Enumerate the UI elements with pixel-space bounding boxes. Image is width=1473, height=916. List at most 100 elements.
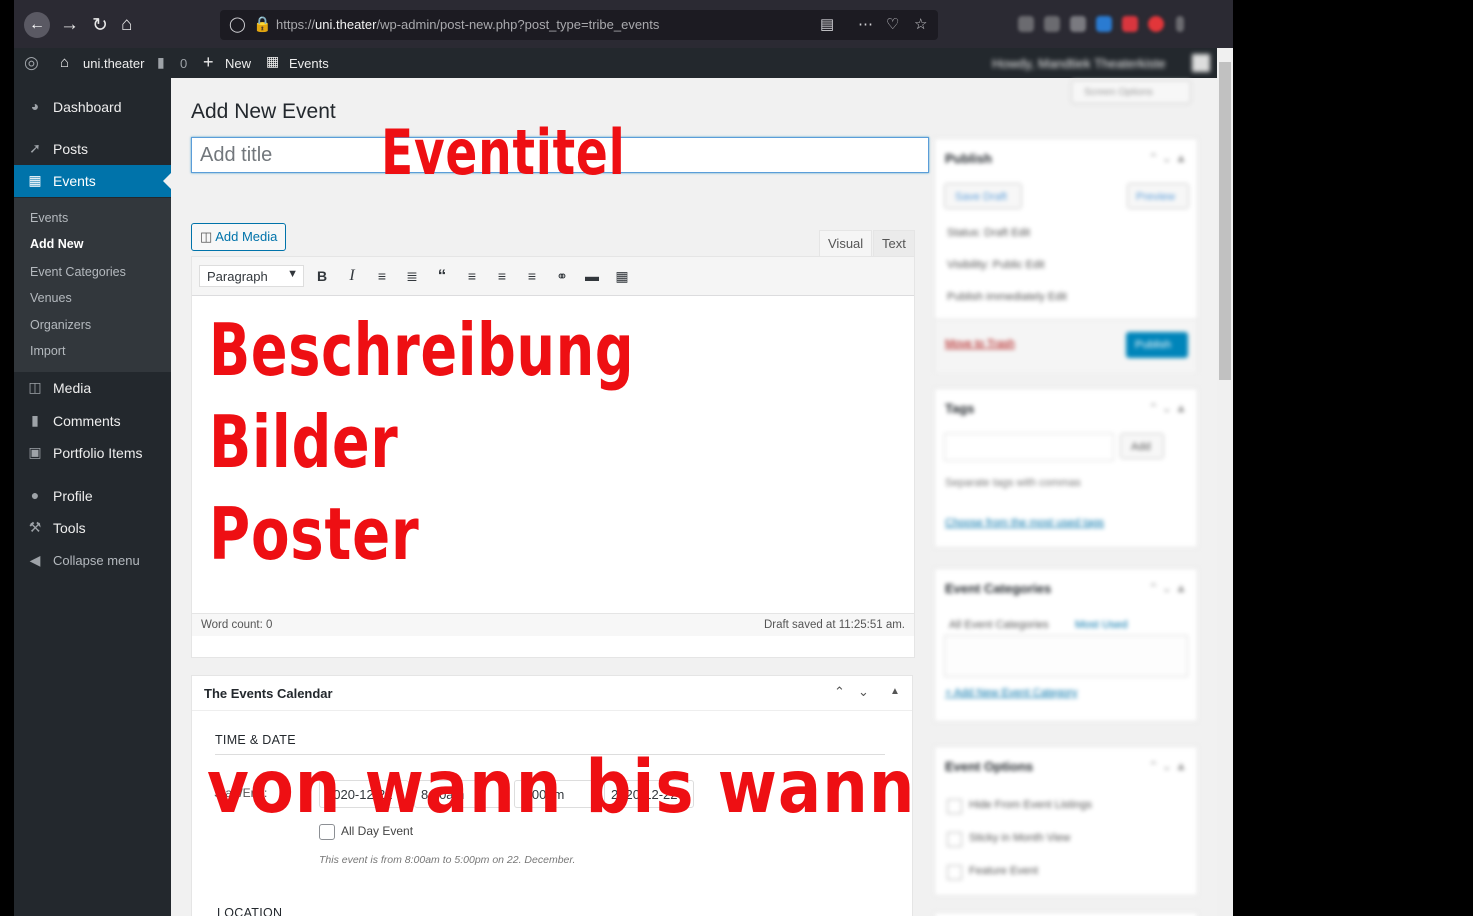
event-summary-text: This event is from 8:00am to 5:00pm on 2… [319, 854, 576, 866]
add-tag-button[interactable]: Add [1120, 433, 1164, 459]
extension-icon[interactable] [1122, 16, 1138, 32]
calendar-icon[interactable]: ▦ [266, 53, 279, 70]
sidebar-item-posts[interactable]: ➚ Posts [14, 133, 171, 165]
link-icon[interactable]: ⚭ [551, 265, 573, 287]
tags-input[interactable] [944, 433, 1114, 461]
sidebar-item-portfolio[interactable]: ▣ Portfolio Items [14, 437, 171, 469]
bullet-list-icon[interactable]: ≡ [371, 265, 393, 287]
wordpress-logo-icon[interactable]: ◎ [24, 53, 39, 73]
metabox-header: The Events Calendar ⌃ ⌄ ▲ [192, 676, 912, 711]
sidebar-item-tools[interactable]: ⚒ Tools [14, 512, 171, 544]
numbered-list-icon[interactable]: ≣ [401, 265, 423, 287]
avatar[interactable] [1192, 54, 1210, 72]
read-more-icon[interactable]: ▬ [581, 265, 603, 287]
forward-icon[interactable]: → [60, 14, 79, 36]
sidebar-item-media[interactable]: ◫ Media [14, 372, 171, 404]
extension-icon[interactable] [1148, 16, 1164, 32]
categories-title: Event Categories [945, 581, 1052, 596]
draft-saved-status: Draft saved at 11:25:51 am. [763, 619, 905, 631]
current-indicator [163, 173, 171, 189]
post-visibility: Visibility: Public Edit [947, 259, 1045, 271]
checkbox[interactable] [947, 799, 962, 814]
submenu-venues[interactable]: Venues [30, 291, 72, 305]
tags-box: Tags ⌃ ⌄ ▲ Add Separate tags with commas… [934, 388, 1198, 548]
annotation-poster: Poster [209, 492, 420, 576]
align-left-icon[interactable]: ≡ [461, 265, 483, 287]
move-to-trash-link[interactable]: Move to Trash [945, 338, 1015, 350]
submenu-import[interactable]: Import [30, 344, 65, 358]
sidebar-item-label: Comments [53, 413, 121, 429]
tab-most-used[interactable]: Most Used [1075, 619, 1128, 631]
extension-icon[interactable] [1044, 16, 1060, 32]
tab-text[interactable]: Text [873, 230, 915, 257]
pocket-icon[interactable]: ♡ [886, 15, 899, 33]
toggle-panel-icon[interactable]: ▲ [890, 686, 900, 697]
extension-icon[interactable] [1018, 16, 1034, 32]
address-bar[interactable]: ◯ 🔒 https://uni.theater/wp-admin/post-ne… [220, 10, 938, 40]
box-controls[interactable]: ⌃ ⌄ ▲ [1148, 581, 1187, 595]
plus-icon[interactable]: + [203, 52, 214, 73]
preview-button[interactable]: Preview [1127, 183, 1189, 209]
wrench-icon: ⚒ [28, 519, 42, 535]
browser-window: ← → ↻ ⌂ ◯ 🔒 https://uni.theater/wp-admin… [14, 0, 1233, 916]
screen-options-button[interactable]: Screen Options [1071, 80, 1191, 104]
back-icon[interactable]: ← [24, 12, 50, 38]
sidebar-item-comments[interactable]: ▮ Comments [14, 405, 171, 437]
tab-all-categories[interactable]: All Event Categories [949, 619, 1049, 631]
comment-icon[interactable]: ▮ [157, 54, 165, 71]
tab-visual[interactable]: Visual [819, 230, 873, 257]
options-title: Event Options [945, 759, 1034, 774]
reload-icon[interactable]: ↻ [92, 14, 108, 37]
submenu-organizers[interactable]: Organizers [30, 318, 91, 332]
site-name-link[interactable]: uni.theater [83, 56, 144, 71]
new-link[interactable]: New [225, 56, 251, 71]
sidebar-item-profile[interactable]: ● Profile [14, 480, 171, 512]
checkbox[interactable] [947, 832, 962, 847]
annotation-images: Bilder [209, 400, 399, 484]
media-icon: ◫ [200, 229, 213, 244]
sidebar-item-label: Dashboard [53, 99, 122, 115]
home-icon[interactable]: ⌂ [121, 14, 132, 36]
format-select[interactable]: Paragraph ▼ [199, 265, 304, 287]
categories-list[interactable] [944, 635, 1188, 677]
submenu-events[interactable]: Events [30, 211, 68, 225]
annotation-title: Eventitel [381, 116, 626, 189]
submenu-add-new[interactable]: Add New [30, 237, 83, 251]
add-category-link[interactable]: + Add New Event Category [945, 687, 1077, 699]
more-actions-icon[interactable]: ⋯ [858, 15, 873, 33]
move-up-icon[interactable]: ⌃ [834, 684, 845, 700]
box-controls[interactable]: ⌃ ⌄ ▲ [1148, 151, 1187, 165]
align-center-icon[interactable]: ≡ [491, 265, 513, 287]
sidebar-item-dashboard[interactable]: ◕ Dashboard [14, 91, 171, 123]
publish-button[interactable]: Publish [1126, 332, 1188, 358]
shield-icon[interactable]: ◯ [229, 15, 246, 33]
reader-view-icon[interactable]: ▤ [820, 15, 834, 33]
page-scrollbar[interactable] [1217, 48, 1233, 916]
save-draft-button[interactable]: Save Draft [944, 183, 1022, 209]
howdy-user[interactable]: Howdy, Mandtiek Theaterkiste [992, 56, 1166, 71]
extension-icon[interactable] [1096, 16, 1112, 32]
blockquote-icon[interactable]: “ [431, 265, 453, 287]
move-down-icon[interactable]: ⌄ [858, 684, 869, 700]
sidebar-item-events[interactable]: ▦ Events [14, 165, 171, 197]
comments-count[interactable]: 0 [180, 56, 187, 71]
extension-icon[interactable] [1070, 16, 1086, 32]
collapse-menu-button[interactable]: ◀ Collapse menu [14, 545, 171, 577]
menu-icon[interactable] [1176, 16, 1184, 32]
editor-toolbar: Paragraph ▼ B I ≡ ≣ “ ≡ ≡ ≡ ⚭ ▬ ▦ [192, 257, 914, 296]
submenu-event-categories[interactable]: Event Categories [30, 265, 126, 279]
choose-tags-link[interactable]: Choose from the most used tags [945, 517, 1104, 529]
align-right-icon[interactable]: ≡ [521, 265, 543, 287]
box-controls[interactable]: ⌃ ⌄ ▲ [1148, 401, 1187, 415]
italic-icon[interactable]: I [341, 265, 363, 287]
wp-admin-bar: ◎ ⌂ uni.theater ▮ 0 + New ▦ Events Howdy… [14, 48, 1233, 78]
preview-label: Preview [1136, 191, 1176, 203]
scrollbar-thumb[interactable] [1219, 62, 1231, 380]
add-media-button[interactable]: ◫ Add Media [191, 223, 287, 251]
toolbar-toggle-icon[interactable]: ▦ [611, 265, 633, 287]
box-controls[interactable]: ⌃ ⌄ ▲ [1148, 759, 1187, 773]
bookmark-star-icon[interactable]: ☆ [914, 15, 927, 33]
events-link[interactable]: Events [289, 56, 329, 71]
checkbox[interactable] [947, 865, 962, 880]
bold-icon[interactable]: B [311, 265, 333, 287]
